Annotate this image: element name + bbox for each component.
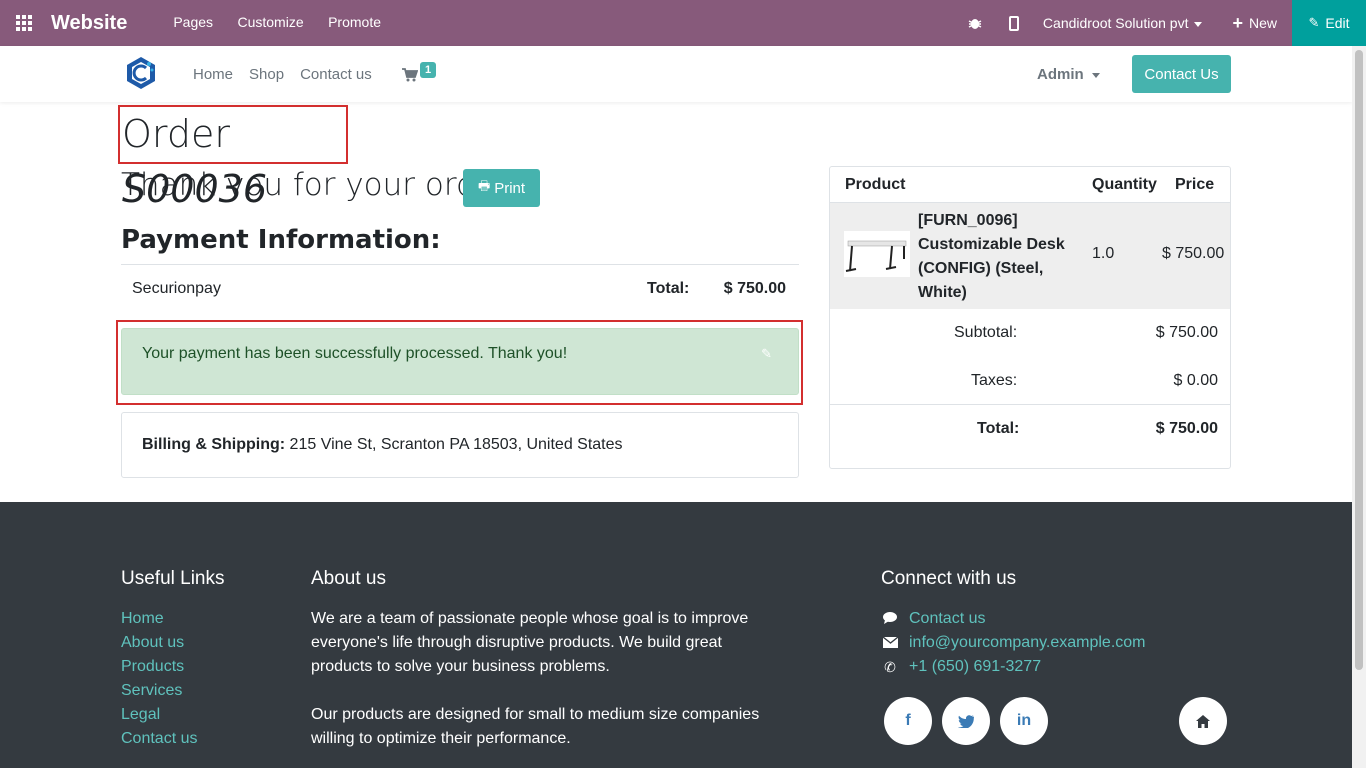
cart-icon[interactable] [402,68,419,87]
about-paragraph-1: We are a team of passionate people whose… [311,610,749,675]
menu-pages[interactable]: Pages [173,14,213,30]
payment-table: Securionpay Total: $ 750.00 [121,264,799,312]
chevron-down-icon [1194,21,1203,27]
chevron-down-icon [1091,72,1100,78]
subtotal-label: Subtotal: [954,324,1018,341]
user-menu[interactable]: Admin [1037,66,1100,83]
page-scrollbar[interactable] [1352,46,1366,768]
cart-count-badge: 1 [420,62,436,78]
summary-header: Product Quantity Price [830,167,1230,203]
taxes-value: $ 0.00 [1173,372,1218,389]
edit-button-label: Edit [1325,15,1350,31]
product-price: $ 750.00 [1162,245,1225,262]
billing-shipping-box: Billing & Shipping: 215 Vine St, Scranto… [121,412,799,478]
footer-link-legal[interactable]: Legal [121,703,197,727]
print-button-label: Print [494,179,526,197]
menu-promote[interactable]: Promote [328,14,381,30]
facebook-icon[interactable]: f [884,697,932,745]
total-value: $ 750.00 [1155,420,1218,437]
subtotal-value: $ 750.00 [1155,324,1218,341]
nav-shop[interactable]: Shop [249,66,284,83]
header-price: Price [1175,176,1215,193]
about-paragraph-2: Our products are designed for small to m… [311,706,760,747]
pencil-icon[interactable]: ✎ [761,346,772,362]
useful-links-list: Home About us Products Services Legal Co… [121,607,197,751]
company-switcher[interactable]: Candidroot Solution pvt [1043,15,1203,31]
order-title-prefix: Order [122,112,230,156]
payment-success-alert: Your payment has been successfully proce… [121,328,799,395]
about-title: About us [311,568,386,589]
phone-icon: ✆ [884,659,896,675]
nav-contact[interactable]: Contact us [300,66,372,83]
menu-customize[interactable]: Customize [237,14,303,30]
order-title: Order S00036 [118,105,348,211]
footer-phone-link[interactable]: +1 (650) 691-3277 [909,655,1041,679]
connect-title: Connect with us [881,568,1017,589]
plus-icon: + [1232,13,1243,33]
order-summary-card: Product Quantity Price [FURN_0096] Custo… [829,166,1231,469]
product-name[interactable]: [FURN_0096] Customizable Desk (CONFIG) (… [918,209,1078,305]
linkedin-icon[interactable]: in [1000,697,1048,745]
success-message: Your payment has been successfully proce… [142,345,568,362]
billing-label: Billing & Shipping: [142,436,286,453]
new-button-label: New [1248,15,1277,31]
footer-contact-link[interactable]: Contact us [909,607,985,631]
contact-row: Contact us [881,607,1146,631]
nav-home[interactable]: Home [193,66,233,83]
new-button[interactable]: + New [1232,14,1277,32]
product-quantity: 1.0 [1092,245,1115,262]
header-product: Product [845,176,906,193]
home-icon[interactable] [1179,697,1227,745]
admin-right-tools: Candidroot Solution pvt + New ✎ Edit [967,0,1366,46]
website-navbar: Home Shop Contact us 1 Admin Contact Us [0,46,1352,102]
email-row: info@yourcompany.example.com [881,631,1146,655]
admin-menu: Pages Customize Promote [173,14,401,32]
footer-email-link[interactable]: info@yourcompany.example.com [909,631,1146,655]
apps-icon[interactable] [16,15,34,31]
edit-button[interactable]: ✎ Edit [1292,0,1366,46]
about-text: We are a team of passionate people whose… [311,607,761,751]
printer-icon: 🖶 [477,178,491,193]
mobile-icon[interactable] [1008,15,1019,31]
thank-you-heading: Thank you for your order. [121,167,515,203]
footer-link-home[interactable]: Home [121,607,197,631]
comment-icon [881,607,899,631]
user-name: Admin [1037,66,1084,83]
phone-row: ✆ +1 (650) 691-3277 [881,655,1146,679]
contact-list: Contact us info@yourcompany.example.com … [881,607,1146,679]
app-brand[interactable]: Website [51,12,127,35]
nav-links: Home Shop Contact us [193,66,388,83]
footer-link-contact[interactable]: Contact us [121,727,197,751]
scrollbar-thumb[interactable] [1355,50,1363,670]
divider [830,404,1230,405]
contact-us-button[interactable]: Contact Us [1132,55,1231,93]
table-row: [FURN_0096] Customizable Desk (CONFIG) (… [830,203,1230,309]
product-image [844,231,910,277]
envelope-icon [881,631,899,655]
footer-link-products[interactable]: Products [121,655,197,679]
useful-links-title: Useful Links [121,568,225,589]
admin-bar: Website Pages Customize Promote Candidro… [0,0,1366,46]
footer-link-about[interactable]: About us [121,631,197,655]
pencil-icon: ✎ [1308,15,1320,30]
taxes-label: Taxes: [971,372,1018,389]
billing-address: 215 Vine St, Scranton PA 18503, United S… [289,436,623,453]
header-quantity: Quantity [1092,176,1157,193]
total-label: Total: [977,420,1020,437]
bug-icon[interactable] [967,15,983,31]
footer-link-services[interactable]: Services [121,679,197,703]
twitter-icon[interactable] [942,697,990,745]
payment-method: Securionpay [132,280,221,297]
print-button[interactable]: 🖶 Print [463,169,540,207]
payment-total-value: $ 750.00 [723,280,786,297]
company-name: Candidroot Solution pvt [1042,15,1189,31]
payment-info-heading: Payment Information: [121,225,441,255]
site-footer: Useful Links Home About us Products Serv… [0,502,1352,768]
payment-total-label: Total: [647,280,690,297]
site-logo[interactable] [124,56,158,90]
